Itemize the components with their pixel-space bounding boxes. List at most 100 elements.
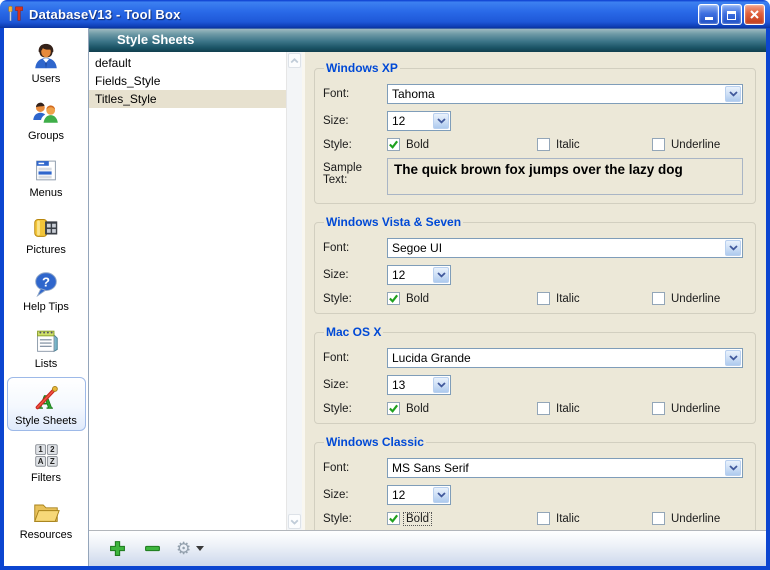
size-row: Size: 13 [323, 375, 745, 395]
remove-stylesheet-button[interactable] [141, 538, 163, 560]
checkbox[interactable] [537, 138, 550, 151]
sidebar-item-resources[interactable]: Resources [7, 491, 86, 545]
sidebar-item-style-sheets[interactable]: A Style Sheets [7, 377, 86, 431]
combo-dropdown-button[interactable] [433, 377, 449, 393]
font-value: Tahoma [388, 87, 724, 101]
checkbox[interactable] [652, 138, 665, 151]
checkbox[interactable] [652, 292, 665, 305]
font-label: Font: [323, 88, 387, 100]
chevron-up-icon [290, 58, 299, 64]
close-icon [749, 9, 760, 20]
style-checkbox-bold[interactable]: Bold [387, 402, 537, 415]
combo-dropdown-button[interactable] [433, 487, 449, 503]
chevron-down-icon [437, 118, 446, 124]
maximize-button[interactable] [721, 4, 742, 25]
checkbox[interactable] [537, 512, 550, 525]
size-select[interactable]: 12 [387, 111, 451, 131]
checkbox-label[interactable]: Italic [554, 293, 582, 305]
sidebar-item-label: Style Sheets [15, 415, 77, 427]
style-row: Style: Bold Italic Underline [323, 292, 745, 305]
app-window: DatabaseV13 - Tool Box Users Groups [0, 0, 770, 570]
sidebar-item-pictures[interactable]: Pictures [7, 206, 86, 260]
style-checkbox-underline[interactable]: Underline [652, 402, 722, 415]
list-scrollbar[interactable] [286, 52, 302, 530]
size-value: 12 [388, 114, 432, 128]
combo-dropdown-button[interactable] [725, 350, 741, 366]
checkbox-label[interactable]: Underline [669, 513, 722, 525]
content-area: Style Sheets defaultFields_StyleTitles_S… [89, 28, 766, 566]
resources-icon [31, 497, 61, 527]
help-tips-icon: ? [31, 269, 61, 299]
font-select[interactable]: Lucida Grande [387, 348, 743, 368]
sidebar-item-users[interactable]: Users [7, 35, 86, 89]
combo-dropdown-button[interactable] [725, 86, 741, 102]
style-checkbox-bold[interactable]: Bold [387, 138, 537, 151]
checkbox[interactable] [652, 402, 665, 415]
checkbox-label[interactable]: Bold [404, 293, 431, 305]
checkbox[interactable] [387, 138, 400, 151]
style-checkbox-underline[interactable]: Underline [652, 512, 722, 525]
combo-dropdown-button[interactable] [725, 460, 741, 476]
checkbox-label[interactable]: Bold [404, 403, 431, 415]
style-checkbox-italic[interactable]: Italic [537, 512, 652, 525]
checkbox[interactable] [387, 402, 400, 415]
size-select[interactable]: 12 [387, 265, 451, 285]
combo-dropdown-button[interactable] [725, 240, 741, 256]
style-checkbox-bold[interactable]: Bold [387, 512, 537, 525]
sidebar-item-lists[interactable]: Lists [7, 320, 86, 374]
checkbox[interactable] [537, 402, 550, 415]
chevron-down-icon [729, 91, 738, 97]
style-checkbox-underline[interactable]: Underline [652, 138, 722, 151]
sidebar-item-groups[interactable]: Groups [7, 92, 86, 146]
section-title: Windows XP [324, 61, 400, 75]
sidebar-item-help-tips[interactable]: ? Help Tips [7, 263, 86, 317]
list-item[interactable]: Fields_Style [89, 72, 286, 90]
style-checkbox-underline[interactable]: Underline [652, 292, 722, 305]
size-label: Size: [323, 269, 387, 281]
style-row: Style: Bold Italic Underline [323, 512, 745, 525]
add-stylesheet-button[interactable] [106, 538, 128, 560]
size-row: Size: 12 [323, 265, 745, 285]
checkbox[interactable] [537, 292, 550, 305]
font-select[interactable]: MS Sans Serif [387, 458, 743, 478]
checkbox-label[interactable]: Bold [404, 513, 431, 525]
combo-dropdown-button[interactable] [433, 113, 449, 129]
checkbox[interactable] [387, 292, 400, 305]
checkbox-label[interactable]: Italic [554, 513, 582, 525]
scrollbar-up-button[interactable] [288, 53, 301, 68]
style-checkbox-bold[interactable]: Bold [387, 292, 537, 305]
style-checkbox-italic[interactable]: Italic [537, 402, 652, 415]
size-select[interactable]: 13 [387, 375, 451, 395]
style-checkbox-italic[interactable]: Italic [537, 138, 652, 151]
list-item[interactable]: default [89, 54, 286, 72]
sidebar-item-menus[interactable]: Menus [7, 149, 86, 203]
scrollbar-track[interactable] [288, 68, 301, 514]
list-item[interactable]: Titles_Style [89, 90, 286, 108]
checkbox-label[interactable]: Underline [669, 139, 722, 151]
checkbox-label[interactable]: Underline [669, 293, 722, 305]
actions-menu-button[interactable]: ⚙ [176, 540, 204, 557]
style-checkbox-italic[interactable]: Italic [537, 292, 652, 305]
minimize-button[interactable] [698, 4, 719, 25]
sidebar-item-filters[interactable]: 1 2 A Z Filters [7, 434, 86, 488]
font-select[interactable]: Tahoma [387, 84, 743, 104]
chevron-down-icon [437, 382, 446, 388]
size-select[interactable]: 12 [387, 485, 451, 505]
font-label: Font: [323, 462, 387, 474]
dropdown-caret-icon [196, 546, 204, 551]
checkbox-label[interactable]: Italic [554, 139, 582, 151]
combo-dropdown-button[interactable] [433, 267, 449, 283]
close-button[interactable] [744, 4, 765, 25]
checkbox-label[interactable]: Italic [554, 403, 582, 415]
scrollbar-down-button[interactable] [288, 514, 301, 529]
window-body: Users Groups Menus Pictures ? H [0, 28, 770, 570]
section-title: Windows Classic [324, 435, 426, 449]
svg-text:2: 2 [50, 445, 55, 454]
checkbox-label[interactable]: Underline [669, 403, 722, 415]
checkbox[interactable] [652, 512, 665, 525]
checkbox-label[interactable]: Bold [404, 139, 431, 151]
checkbox[interactable] [387, 512, 400, 525]
font-select[interactable]: Segoe UI [387, 238, 743, 258]
sidebar-item-label: Users [32, 73, 61, 85]
sample-text-label: Sample Text: [323, 158, 387, 186]
